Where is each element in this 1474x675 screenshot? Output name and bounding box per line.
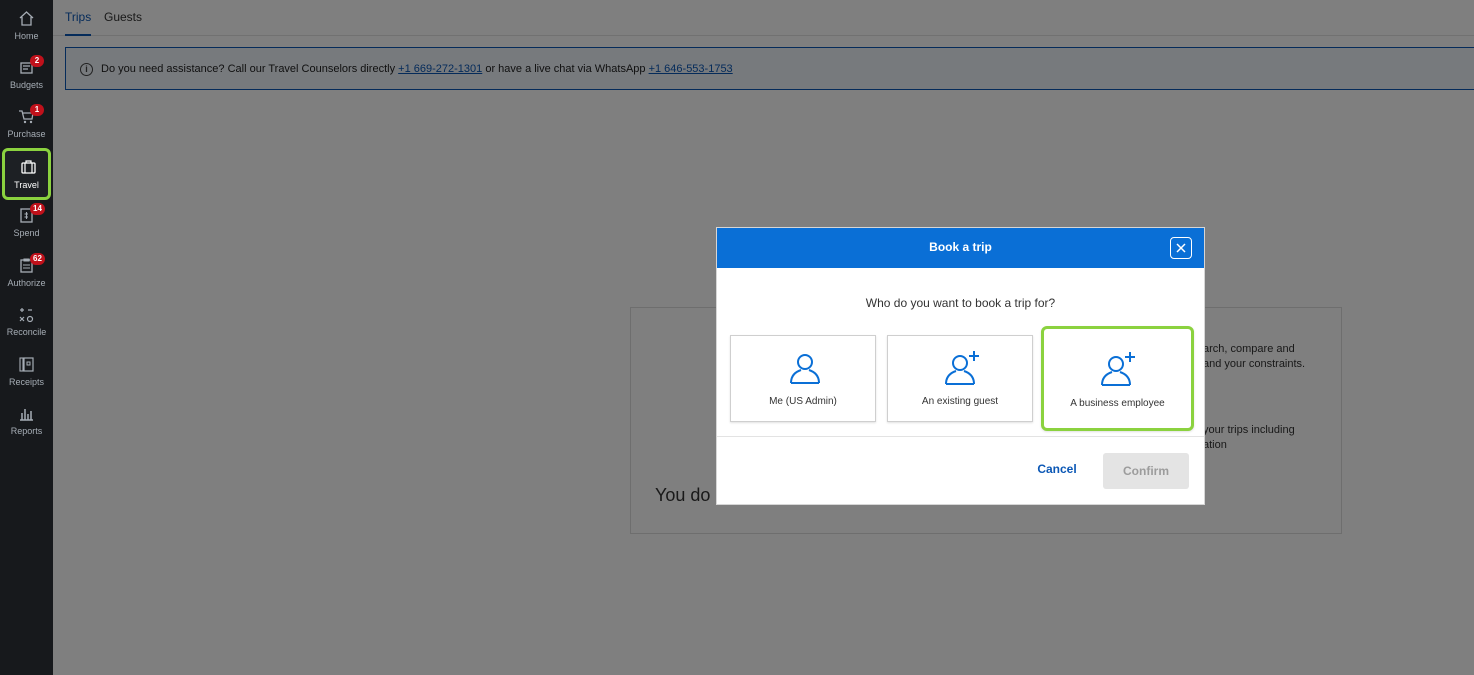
- chart-icon: [20, 409, 33, 421]
- dialog-question: Who do you want to book a trip for?: [865, 296, 1056, 310]
- sidebar-item-budgets[interactable]: 2 Budgets: [0, 53, 53, 99]
- badge-count: 14: [30, 203, 45, 215]
- dialog-divider: [717, 436, 1204, 437]
- sidebar-item-authorize[interactable]: 62 Authorize: [0, 251, 53, 297]
- receipt-icon: [19, 357, 34, 372]
- sidebar-item-label: Purchase: [7, 129, 46, 139]
- sidebar-item-purchase[interactable]: 1 Purchase: [0, 102, 53, 148]
- sidebar-item-label: Travel: [14, 180, 39, 190]
- sidebar-item-reconcile[interactable]: Reconcile: [0, 300, 53, 346]
- cancel-button[interactable]: Cancel: [1027, 462, 1087, 478]
- dialog-header: Book a trip: [717, 228, 1204, 268]
- sidebar-item-spend[interactable]: 14 Spend: [0, 201, 53, 247]
- sidebar: Home 2 Budgets 1 Purchase Travel 14 Spen…: [0, 0, 53, 675]
- sidebar-item-receipts[interactable]: Receipts: [0, 350, 53, 396]
- confirm-button[interactable]: Confirm: [1103, 453, 1189, 489]
- reconcile-icon: [19, 308, 34, 323]
- sidebar-item-label: Reconcile: [6, 327, 47, 337]
- sidebar-item-label: Spend: [13, 228, 40, 238]
- sidebar-item-home[interactable]: Home: [0, 4, 53, 50]
- sidebar-item-label: Authorize: [7, 278, 46, 288]
- sidebar-item-reports[interactable]: Reports: [0, 399, 53, 445]
- close-button[interactable]: [1170, 237, 1192, 259]
- badge-count: 1: [30, 104, 44, 116]
- person-add-icon: [1101, 352, 1135, 386]
- sidebar-item-label: Home: [14, 31, 39, 41]
- person-icon: [790, 354, 820, 384]
- book-trip-dialog: Book a trip Who do you want to book a tr…: [716, 227, 1205, 505]
- option-business-employee[interactable]: A business employee: [1041, 326, 1194, 431]
- sidebar-item-travel[interactable]: Travel: [2, 148, 51, 200]
- person-add-icon: [945, 351, 979, 385]
- option-label: An existing guest: [921, 396, 999, 407]
- badge-count: 62: [30, 253, 45, 265]
- sidebar-item-label: Reports: [10, 426, 43, 436]
- option-existing-guest[interactable]: An existing guest: [887, 335, 1033, 422]
- option-me[interactable]: Me (US Admin): [730, 335, 876, 422]
- dialog-title: Book a trip: [929, 240, 992, 254]
- suitcase-icon: [21, 160, 36, 174]
- option-label: A business employee: [1070, 398, 1165, 409]
- sidebar-item-label: Receipts: [8, 377, 44, 387]
- option-label: Me (US Admin): [769, 396, 837, 407]
- badge-count: 2: [30, 55, 44, 67]
- close-icon: [1176, 243, 1186, 253]
- home-icon: [19, 11, 34, 26]
- sidebar-item-label: Budgets: [9, 80, 44, 90]
